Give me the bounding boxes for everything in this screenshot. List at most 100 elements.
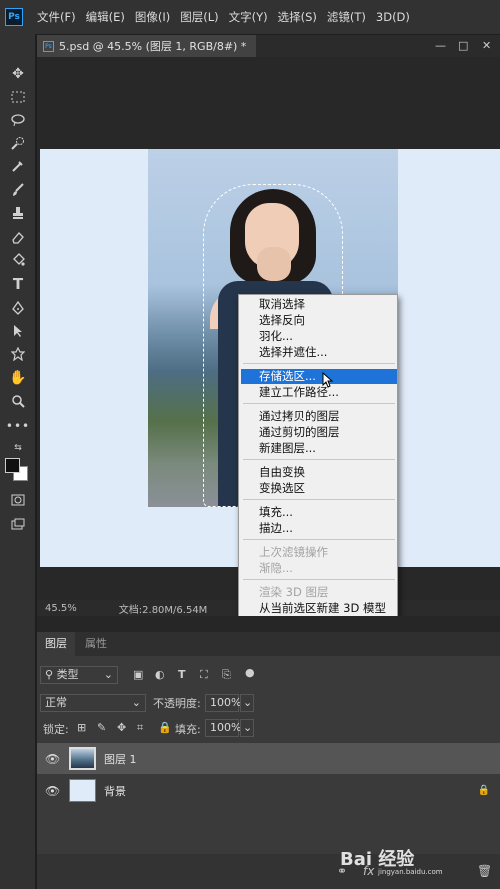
- menu-select[interactable]: 选择(S): [278, 9, 317, 25]
- lock-label: 锁定:: [43, 723, 69, 736]
- fill-dropdown[interactable]: ⌄: [240, 719, 254, 737]
- lock-all-icon[interactable]: 🔒: [158, 721, 172, 734]
- eye-icon[interactable]: 👁: [45, 752, 60, 766]
- lock-transparent-icon[interactable]: ⊞: [77, 721, 86, 734]
- filter-adjustment-icon[interactable]: ◐: [155, 668, 165, 681]
- menu-separator: [243, 403, 395, 404]
- layer-filter-select[interactable]: ⚲ 类型 ⌄: [40, 666, 118, 684]
- layer-name[interactable]: 图层 1: [104, 751, 137, 767]
- move-icon[interactable]: ✥: [7, 64, 29, 84]
- quick-mask-icon[interactable]: [7, 490, 29, 510]
- menu-type[interactable]: 文字(Y): [229, 9, 268, 25]
- path-select-icon[interactable]: [7, 321, 29, 341]
- eye-icon[interactable]: 👁: [45, 784, 60, 798]
- maximize-icon[interactable]: □: [458, 39, 468, 52]
- layer-thumbnail: [69, 747, 96, 770]
- brush-icon[interactable]: [7, 180, 29, 200]
- menu-3d[interactable]: 3D(D): [376, 10, 410, 24]
- lock-image-icon[interactable]: ✎: [97, 721, 106, 734]
- lock-artboard-icon[interactable]: ⌗: [137, 721, 143, 735]
- marquee-icon[interactable]: [7, 87, 29, 107]
- menu-fill[interactable]: 填充...: [241, 505, 397, 520]
- hand-icon[interactable]: ✋: [7, 368, 29, 388]
- tools-panel: ✥ T ✋ ••• ⇆: [0, 34, 36, 889]
- menu-separator: [243, 363, 395, 364]
- screen-mode-icon[interactable]: [7, 514, 29, 534]
- zoom-level[interactable]: 45.5%: [45, 603, 77, 614]
- watermark-url: jingyan.baidu.com: [378, 868, 443, 876]
- menu-separator: [243, 579, 395, 580]
- filter-pixel-icon[interactable]: ▣: [133, 668, 143, 681]
- menu-select-inverse[interactable]: 选择反向: [241, 313, 397, 328]
- chevron-down-icon: ⌄: [103, 668, 113, 681]
- panel-tabs: 图层 属性: [37, 632, 500, 656]
- menu-file[interactable]: 文件(F): [37, 9, 76, 25]
- more-tools-icon[interactable]: •••: [6, 416, 29, 436]
- opacity-field[interactable]: 100%: [205, 694, 241, 712]
- lasso-icon[interactable]: [7, 110, 29, 130]
- context-menu: 取消选择 选择反向 羽化... 选择并遮住... 存储选区... 建立工作路径.…: [238, 294, 398, 621]
- search-icon: ⚲: [45, 668, 57, 681]
- document-tab-bar: Ps 5.psd @ 45.5% (图层 1, RGB/8#) * — □ ✕: [37, 35, 500, 57]
- tab-properties[interactable]: 属性: [77, 632, 115, 656]
- filter-smart-object-icon[interactable]: ⎘: [222, 668, 231, 682]
- panel-divider: [37, 616, 500, 632]
- eyedropper-icon[interactable]: [7, 156, 29, 176]
- menu-fade: 渐隐...: [259, 561, 293, 575]
- layer-row[interactable]: 👁 图层 1: [37, 743, 500, 774]
- menu-separator: [243, 539, 395, 540]
- menu-bar: Ps 文件(F) 编辑(E) 图像(I) 图层(L) 文字(Y) 选择(S) 滤…: [0, 0, 500, 34]
- eraser-icon[interactable]: [7, 227, 29, 247]
- menu-transform-selection[interactable]: 变换选区: [241, 481, 397, 496]
- menu-new-3d-from-selection[interactable]: 从当前选区新建 3D 模型: [241, 601, 397, 616]
- menu-feather[interactable]: 羽化...: [241, 329, 397, 344]
- menu-image[interactable]: 图像(I): [135, 9, 170, 25]
- menu-free-transform[interactable]: 自由变换: [241, 465, 397, 480]
- menu-last-filter: 上次滤镜操作: [259, 545, 328, 559]
- document-tab[interactable]: Ps 5.psd @ 45.5% (图层 1, RGB/8#) *: [37, 35, 257, 57]
- menu-separator: [243, 459, 395, 460]
- pen-icon[interactable]: [7, 298, 29, 318]
- layer-name[interactable]: 背景: [104, 783, 126, 799]
- blend-mode-select[interactable]: 正常 ⌄: [40, 694, 146, 712]
- trash-icon[interactable]: 🗑: [477, 864, 492, 878]
- menu-select-and-mask[interactable]: 选择并遮住...: [241, 345, 397, 360]
- paint-bucket-icon[interactable]: [7, 250, 29, 270]
- zoom-icon[interactable]: [7, 391, 29, 411]
- psd-file-icon: Ps: [43, 40, 54, 52]
- tab-layers[interactable]: 图层: [37, 632, 75, 656]
- menu-layer-via-copy[interactable]: 通过拷贝的图层: [241, 409, 397, 424]
- lock-icon: 🔒: [477, 785, 490, 796]
- close-icon[interactable]: ✕: [482, 39, 491, 52]
- menu-save-selection[interactable]: 存储选区...: [241, 369, 397, 384]
- layers-panel: 图层 属性 ⚲ 类型 ⌄ ▣ ◐ T ⛶ ⎘ ● 正常 ⌄ 不透明度: 100%…: [37, 632, 500, 889]
- menu-layer[interactable]: 图层(L): [180, 9, 218, 25]
- menu-new-layer[interactable]: 新建图层...: [241, 441, 397, 456]
- filter-type-icon[interactable]: T: [178, 668, 186, 681]
- stamp-icon[interactable]: [7, 203, 29, 223]
- fill-label: 填充:: [175, 723, 201, 736]
- filter-shape-icon[interactable]: ⛶: [200, 668, 208, 682]
- fill-field[interactable]: 100%: [205, 719, 241, 737]
- menu-deselect[interactable]: 取消选择: [241, 297, 397, 312]
- mouse-cursor-icon: [322, 372, 334, 388]
- menu-separator: [243, 499, 395, 500]
- menu-filter[interactable]: 滤镜(T): [327, 9, 366, 25]
- menu-make-work-path[interactable]: 建立工作路径...: [241, 385, 397, 400]
- lock-position-icon[interactable]: ✥: [117, 721, 126, 734]
- swap-colors-icon[interactable]: ⇆: [7, 438, 29, 458]
- chevron-down-icon: ⌄: [131, 696, 141, 709]
- foreground-color-swatch[interactable]: [5, 458, 20, 473]
- filter-toggle-icon[interactable]: ●: [245, 666, 255, 679]
- menu-edit[interactable]: 编辑(E): [86, 9, 125, 25]
- opacity-dropdown[interactable]: ⌄: [240, 694, 254, 712]
- photoshop-logo: Ps: [5, 8, 23, 26]
- minimize-icon[interactable]: —: [435, 39, 446, 52]
- menu-stroke[interactable]: 描边...: [241, 521, 397, 536]
- layer-row[interactable]: 👁 背景 🔒: [37, 775, 500, 806]
- shape-icon[interactable]: [7, 344, 29, 364]
- menu-layer-via-cut[interactable]: 通过剪切的图层: [241, 425, 397, 440]
- quick-select-icon[interactable]: [7, 133, 29, 153]
- document-size: 文档:2.80M/6.54M: [118, 604, 208, 616]
- type-icon[interactable]: T: [7, 274, 29, 294]
